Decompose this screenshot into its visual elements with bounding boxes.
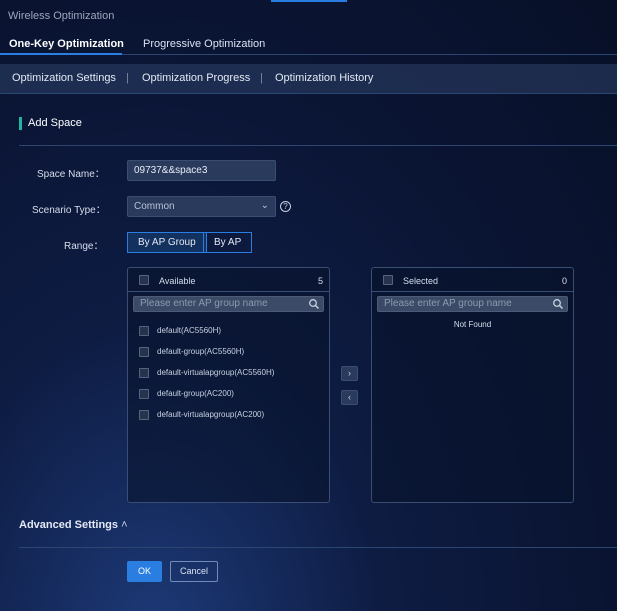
sub-navigation: Optimization Settings | Optimization Pro… <box>0 64 617 94</box>
range-label: Range： <box>64 241 104 252</box>
divider <box>19 145 617 146</box>
selected-search-placeholder: Please enter AP group name <box>384 298 512 309</box>
list-item-label: default-virtualapgroup(AC200) <box>157 410 265 419</box>
list-item-checkbox[interactable] <box>139 326 149 336</box>
move-right-button[interactable]: › <box>341 366 358 381</box>
list-item[interactable]: default-virtualapgroup(AC5560H) <box>128 364 329 382</box>
available-select-all-checkbox[interactable] <box>139 275 149 285</box>
list-item-checkbox[interactable] <box>139 368 149 378</box>
selected-panel: Selected 0 Please enter AP group name No… <box>371 267 574 503</box>
list-item-checkbox[interactable] <box>139 347 149 357</box>
help-icon[interactable]: ? <box>280 201 291 212</box>
range-by-ap-button[interactable]: By AP <box>203 232 253 253</box>
divider <box>19 547 617 548</box>
available-panel: Available 5 Please enter AP group name d… <box>127 267 330 503</box>
list-item-checkbox[interactable] <box>139 389 149 399</box>
selected-header-label: Selected <box>403 276 439 286</box>
range-by-ap-group-button[interactable]: By AP Group <box>127 232 207 253</box>
space-name-input[interactable]: 09737&&space3 <box>127 160 276 181</box>
list-item-label: default-group(AC200) <box>157 389 234 398</box>
selected-count: 0 <box>561 276 567 286</box>
tab-progressive-optimization[interactable]: Progressive Optimization <box>143 38 265 50</box>
available-header-label: Available <box>159 276 196 286</box>
subnav-optimization-progress[interactable]: Optimization Progress <box>142 72 250 84</box>
scenario-type-select[interactable]: Common ⌄ <box>127 196 276 217</box>
list-item-label: default(AC5560H) <box>157 326 222 335</box>
subnav-optimization-settings[interactable]: Optimization Settings <box>12 72 116 84</box>
list-item[interactable]: default(AC5560H) <box>128 322 329 340</box>
search-icon[interactable] <box>552 298 564 310</box>
scenario-type-label: Scenario Type： <box>32 205 106 216</box>
list-item-checkbox[interactable] <box>139 410 149 420</box>
selected-search-input[interactable]: Please enter AP group name <box>377 296 568 312</box>
window-title: Wireless Optimization <box>8 10 115 22</box>
space-name-label: Space Name： <box>37 169 105 180</box>
cancel-button[interactable]: Cancel <box>170 561 218 582</box>
subnav-separator: | <box>126 72 129 84</box>
section-marker <box>19 117 22 130</box>
ok-button[interactable]: OK <box>127 561 162 582</box>
subnav-optimization-history[interactable]: Optimization History <box>275 72 373 84</box>
advanced-settings-toggle[interactable]: Advanced Settings ˄ <box>19 519 128 531</box>
search-icon[interactable] <box>308 298 320 310</box>
move-left-button[interactable]: ‹ <box>341 390 358 405</box>
selected-header: Selected 0 <box>372 268 573 292</box>
active-tab-indicator <box>0 53 122 55</box>
subnav-separator: | <box>260 72 263 84</box>
list-item[interactable]: default-group(AC200) <box>128 385 329 403</box>
list-item-label: default-group(AC5560H) <box>157 347 245 356</box>
advanced-settings-label: Advanced Settings <box>19 519 119 531</box>
chevron-up-icon: ˄ <box>121 519 128 531</box>
available-search-placeholder: Please enter AP group name <box>140 298 268 309</box>
list-item[interactable]: default-virtualapgroup(AC200) <box>128 406 329 424</box>
list-item[interactable]: default-group(AC5560H) <box>128 343 329 361</box>
selected-select-all-checkbox[interactable] <box>383 275 393 285</box>
available-search-input[interactable]: Please enter AP group name <box>133 296 324 312</box>
tab-one-key-optimization[interactable]: One-Key Optimization <box>9 38 124 50</box>
list-item-label: default-virtualapgroup(AC5560H) <box>157 368 275 377</box>
top-accent-line <box>271 0 347 2</box>
scenario-type-value: Common <box>134 201 175 212</box>
available-header: Available 5 <box>128 268 329 292</box>
available-count: 5 <box>317 276 323 286</box>
section-title: Add Space <box>28 117 82 129</box>
tab-bar: One-Key Optimization Progressive Optimiz… <box>0 35 617 55</box>
chevron-down-icon: ⌄ <box>260 200 269 211</box>
empty-state-text: Not Found <box>453 320 492 329</box>
